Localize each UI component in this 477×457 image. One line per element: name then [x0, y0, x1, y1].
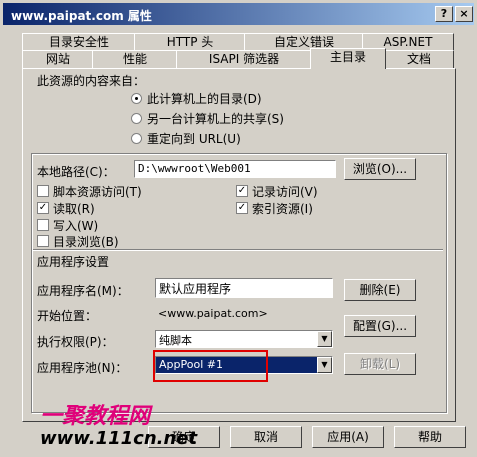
write-checkbox[interactable] — [37, 219, 49, 231]
script-source-checkbox[interactable] — [37, 185, 49, 197]
help-title-button[interactable]: ? — [435, 6, 453, 22]
section-divider — [33, 249, 443, 251]
properties-dialog: www.paipat.com 属性 ? × 目录安全性 HTTP 头 自定义错误… — [0, 0, 477, 457]
index-label: 索引资源(I) — [252, 202, 313, 216]
dir-browse-label: 目录浏览(B) — [53, 235, 119, 249]
start-location-value: <www.paipat.com> — [158, 307, 268, 320]
script-source-label: 脚本资源访问(T) — [53, 185, 142, 199]
remove-button[interactable]: 删除(E) — [344, 279, 416, 301]
read-checkbox[interactable]: ✓ — [37, 202, 49, 214]
help-button[interactable]: 帮助 — [394, 426, 466, 448]
app-pool-label: 应用程序池(N)： — [37, 361, 128, 375]
chevron-down-icon[interactable]: ▼ — [317, 331, 332, 347]
configure-button[interactable]: 配置(G)... — [344, 315, 416, 337]
chevron-down-icon[interactable]: ▼ — [317, 357, 332, 373]
browse-button[interactable]: 浏览(O)... — [344, 158, 416, 180]
exec-permission-label: 执行权限(P)： — [37, 335, 114, 349]
title-bar[interactable]: www.paipat.com 属性 ? × — [3, 3, 474, 25]
radio-share[interactable] — [131, 113, 142, 124]
cancel-button[interactable]: 取消 — [230, 426, 302, 448]
radio-local-dir-label: 此计算机上的目录(D) — [147, 92, 262, 106]
exec-permission-value: 纯脚本 — [159, 334, 192, 347]
apply-button[interactable]: 应用(A) — [312, 426, 384, 448]
radio-local-dir[interactable] — [131, 93, 142, 104]
radio-redirect-label: 重定向到 URL(U) — [147, 132, 241, 146]
index-checkbox[interactable]: ✓ — [236, 202, 248, 214]
watermark-logo-text: 一聚教程网 — [40, 404, 151, 429]
unload-button[interactable]: 卸载(L) — [344, 353, 416, 375]
app-settings-heading: 应用程序设置 — [37, 255, 110, 269]
tab-http-headers[interactable]: HTTP 头 — [134, 33, 246, 51]
red-highlight-box — [153, 350, 268, 382]
exec-permission-select[interactable]: 纯脚本 ▼ — [155, 330, 333, 348]
watermark-url: www.111cn.net — [40, 428, 198, 449]
log-visits-label: 记录访问(V) — [252, 185, 318, 199]
tab-home-directory[interactable]: 主目录 — [310, 48, 386, 69]
dir-browse-checkbox[interactable] — [37, 235, 49, 247]
local-path-input[interactable]: D:\wwwroot\Web001 — [134, 160, 336, 178]
local-path-label: 本地路径(C)： — [37, 165, 115, 179]
app-name-label: 应用程序名(M)： — [37, 284, 129, 298]
content-source-heading: 此资源的内容来自： — [37, 74, 146, 88]
tab-directory-security[interactable]: 目录安全性 — [22, 33, 136, 51]
radio-redirect[interactable] — [131, 133, 142, 144]
write-label: 写入(W) — [53, 219, 99, 233]
tab-isapi-filters[interactable]: ISAPI 筛选器 — [176, 50, 312, 68]
tab-website[interactable]: 网站 — [22, 50, 94, 68]
radio-share-label: 另一台计算机上的共享(S) — [147, 112, 284, 126]
read-label: 读取(R) — [53, 202, 95, 216]
start-location-label: 开始位置： — [37, 309, 98, 323]
app-name-input[interactable]: 默认应用程序 — [155, 278, 333, 298]
log-visits-checkbox[interactable]: ✓ — [236, 185, 248, 197]
tab-performance[interactable]: 性能 — [92, 50, 178, 68]
close-title-button[interactable]: × — [455, 6, 473, 22]
tab-documents[interactable]: 文档 — [384, 50, 454, 68]
window-title: www.paipat.com 属性 — [11, 9, 152, 23]
